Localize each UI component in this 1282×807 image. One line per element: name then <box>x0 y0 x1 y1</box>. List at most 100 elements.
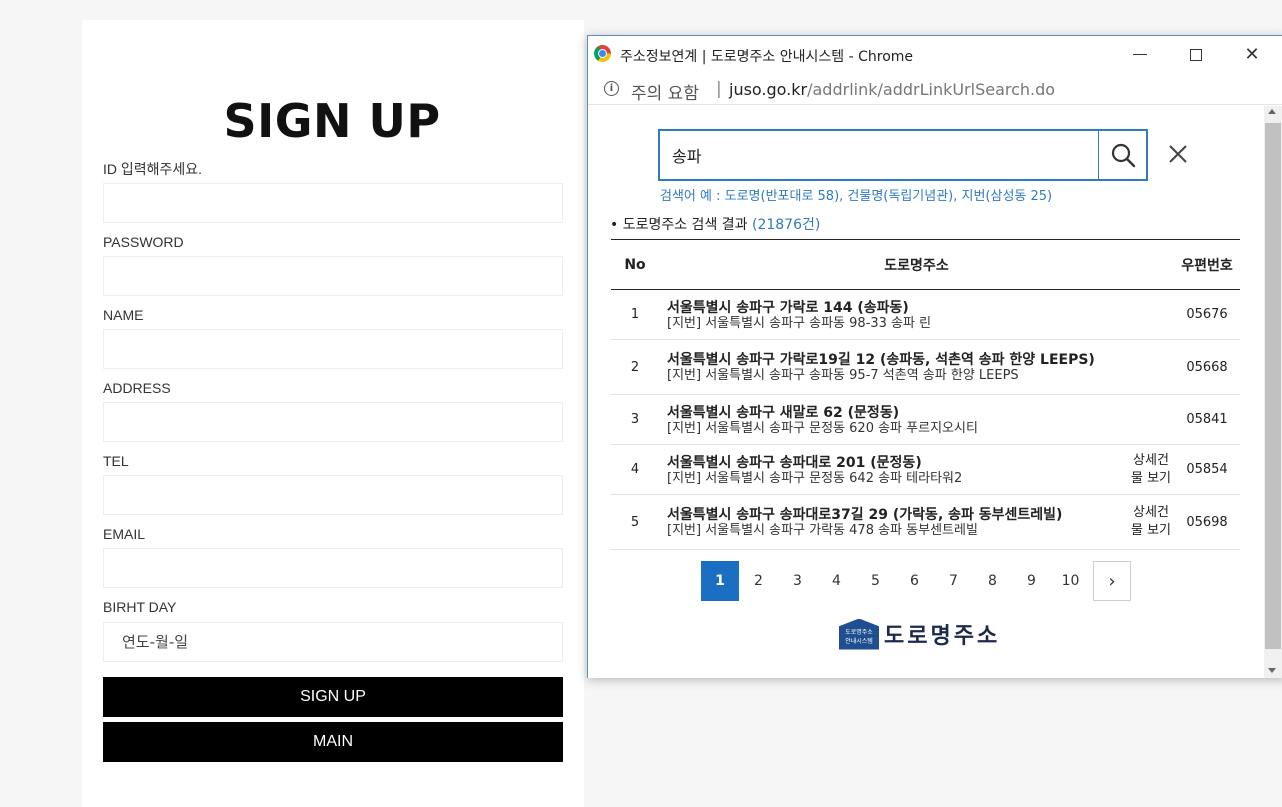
id-label: ID 입력해주세요. <box>103 161 203 177</box>
detail-building-link[interactable]: 상세건물 보기 <box>1128 444 1174 495</box>
header-no: No <box>611 239 659 290</box>
tel-input[interactable] <box>103 475 563 515</box>
next-page-button[interactable]: › <box>1093 561 1131 601</box>
email-label: EMAIL <box>103 526 146 542</box>
address-input[interactable] <box>103 402 563 442</box>
security-warning[interactable]: 주의 요함 <box>631 79 699 104</box>
address-label: ADDRESS <box>103 380 171 396</box>
scroll-thumb[interactable] <box>1265 123 1281 649</box>
popup-content: 검색어 예 : 도로명(반포대로 58), 건물명(독립기념관), 지번(삼성동… <box>588 106 1264 678</box>
page-2-button[interactable]: 2 <box>739 561 778 601</box>
zip-code: 05841 <box>1174 394 1240 445</box>
info-icon[interactable]: i <box>604 81 619 96</box>
search-icon <box>1111 143 1135 168</box>
address-cell[interactable]: 서울특별시 송파구 송파대로 201 (문정동) [지번] 서울특별시 송파구 … <box>659 444 1128 495</box>
table-row[interactable]: 4 서울특별시 송파구 송파대로 201 (문정동) [지번] 서울특별시 송파… <box>611 444 1240 495</box>
page-6-button[interactable]: 6 <box>895 561 934 601</box>
window-title: 주소정보연계 | 도로명주소 안내시스템 - Chrome <box>620 49 914 65</box>
address-cell[interactable]: 서울특별시 송파구 새말로 62 (문정동) [지번] 서울특별시 송파구 문정… <box>659 394 1128 445</box>
maximize-icon <box>1190 48 1202 61</box>
close-window-button[interactable]: ✕ <box>1224 36 1280 73</box>
search-hint: 검색어 예 : 도로명(반포대로 58), 건물명(독립기념관), 지번(삼성동… <box>660 189 1053 204</box>
search-box <box>658 129 1148 181</box>
result-count: (21876건) <box>751 217 821 233</box>
page-3-button[interactable]: 3 <box>778 561 817 601</box>
signup-card: SIGN UP ID 입력해주세요. PASSWORD NAME ADDRESS… <box>82 20 584 807</box>
address-cell[interactable]: 서울특별시 송파구 송파대로37길 29 (가락동, 송파 동부센트레빌) [지… <box>659 494 1128 550</box>
email-input[interactable] <box>103 548 563 588</box>
logo-emblem-line2: 안내시스템 <box>845 638 873 645</box>
pagination: 1 2 3 4 5 6 7 8 9 10 › <box>701 561 1131 601</box>
page-title: SIGN UP <box>223 94 441 148</box>
detail-building-link[interactable]: 상세건물 보기 <box>1128 494 1174 550</box>
page-10-button[interactable]: 10 <box>1051 561 1090 601</box>
address-cell[interactable]: 서울특별시 송파구 가락로 144 (송파동) [지번] 서울특별시 송파구 송… <box>659 289 1128 340</box>
page-1-button[interactable]: 1 <box>701 561 739 601</box>
page-9-button[interactable]: 9 <box>1012 561 1051 601</box>
row-no: 1 <box>611 289 659 340</box>
main-button[interactable]: MAIN <box>103 722 563 762</box>
jibun-address: [지번] 서울특별시 송파구 문정동 620 송파 푸르지오시티 <box>667 420 978 436</box>
road-address[interactable]: 서울특별시 송파구 가락로 144 (송파동) <box>667 300 1124 316</box>
birthday-input[interactable] <box>103 622 563 662</box>
result-label: • 도로명주소 검색 결과 <box>610 217 752 233</box>
clear-search-button[interactable] <box>1166 142 1190 166</box>
table-row[interactable]: 3 서울특별시 송파구 새말로 62 (문정동) [지번] 서울특별시 송파구 … <box>611 394 1240 445</box>
results-table: No 도로명주소 우편번호 1 서울특별시 송파구 가락로 144 (송파동) … <box>611 239 1240 550</box>
table-row[interactable]: 5 서울특별시 송파구 송파대로37길 29 (가락동, 송파 동부센트레빌) … <box>611 494 1240 550</box>
road-address[interactable]: 서울특별시 송파구 새말로 62 (문정동) <box>667 405 1124 421</box>
scroll-down-arrow-icon[interactable] <box>1268 668 1276 673</box>
url-path: /addrlink/addrLinkUrlSearch.do <box>807 80 1056 99</box>
minimize-button[interactable] <box>1112 36 1168 73</box>
jibun-address: [지번] 서울특별시 송파구 송파동 95-7 석촌역 송파 한양 LEEPS <box>667 368 1019 383</box>
page-7-button[interactable]: 7 <box>934 561 973 601</box>
password-input[interactable] <box>103 256 563 296</box>
road-address[interactable]: 서울특별시 송파구 송파대로 201 (문정동) <box>667 455 1124 471</box>
name-label: NAME <box>103 307 144 323</box>
maximize-button[interactable] <box>1168 36 1224 73</box>
id-input[interactable] <box>103 183 563 223</box>
page-8-button[interactable]: 8 <box>973 561 1012 601</box>
table-row[interactable]: 1 서울특별시 송파구 가락로 144 (송파동) [지번] 서울특별시 송파구… <box>611 289 1240 340</box>
road-address[interactable]: 서울특별시 송파구 송파대로37길 29 (가락동, 송파 동부센트레빌) <box>667 507 1124 523</box>
row-no: 5 <box>611 494 659 550</box>
window-titlebar[interactable]: 주소정보연계 | 도로명주소 안내시스템 - Chrome ✕ <box>588 36 1282 73</box>
signup-button[interactable]: SIGN UP <box>103 677 563 717</box>
result-summary: • 도로명주소 검색 결과 (21876건) <box>610 214 820 234</box>
tel-label: TEL <box>103 453 129 469</box>
jibun-address: [지번] 서울특별시 송파구 송파동 98-33 송파 린 <box>667 315 932 331</box>
close-icon: ✕ <box>1244 44 1260 65</box>
jibun-address: [지번] 서울특별시 송파구 문정동 642 송파 테라타워2 <box>667 470 963 486</box>
address-cell[interactable]: 서울특별시 송파구 가락로19길 12 (송파동, 석촌역 송파 한양 LEEP… <box>659 339 1128 395</box>
zip-code: 05676 <box>1174 289 1240 340</box>
search-input[interactable] <box>660 131 1097 179</box>
url-text[interactable]: juso.go.kr/addrlink/addrLinkUrlSearch.do <box>729 80 1055 99</box>
search-button[interactable] <box>1098 131 1146 179</box>
url-host: juso.go.kr <box>729 80 808 99</box>
detail-cell <box>1128 394 1174 445</box>
logo-emblem-icon: 도로명주소 안내시스템 <box>839 618 879 650</box>
address-search-popup: 주소정보연계 | 도로명주소 안내시스템 - Chrome ✕ i 주의 요함 … <box>587 35 1282 678</box>
detail-cell <box>1128 339 1174 395</box>
address-bar[interactable]: i 주의 요함 | juso.go.kr/addrlink/addrLinkUr… <box>588 73 1282 105</box>
chrome-logo-icon <box>594 45 611 62</box>
page-4-button[interactable]: 4 <box>817 561 856 601</box>
name-input[interactable] <box>103 329 563 369</box>
table-row[interactable]: 2 서울특별시 송파구 가락로19길 12 (송파동, 석촌역 송파 한양 LE… <box>611 339 1240 395</box>
minimize-icon <box>1133 54 1147 55</box>
footer-logo: 도로명주소 안내시스템 도로명주소 <box>839 618 1000 650</box>
vertical-scrollbar[interactable] <box>1264 106 1282 678</box>
url-divider: | <box>716 79 722 99</box>
zip-code: 05698 <box>1174 494 1240 550</box>
page-5-button[interactable]: 5 <box>856 561 895 601</box>
header-address: 도로명주소 <box>659 239 1174 290</box>
clear-icon <box>1169 145 1187 163</box>
header-zip: 우편번호 <box>1174 239 1240 290</box>
zip-code: 05854 <box>1174 444 1240 495</box>
scroll-up-arrow-icon[interactable] <box>1268 109 1276 114</box>
zip-code: 05668 <box>1174 339 1240 395</box>
row-no: 2 <box>611 339 659 395</box>
road-address[interactable]: 서울특별시 송파구 가락로19길 12 (송파동, 석촌역 송파 한양 LEEP… <box>667 352 1124 368</box>
logo-emblem-line1: 도로명주소 <box>845 629 873 636</box>
password-label: PASSWORD <box>103 234 184 250</box>
